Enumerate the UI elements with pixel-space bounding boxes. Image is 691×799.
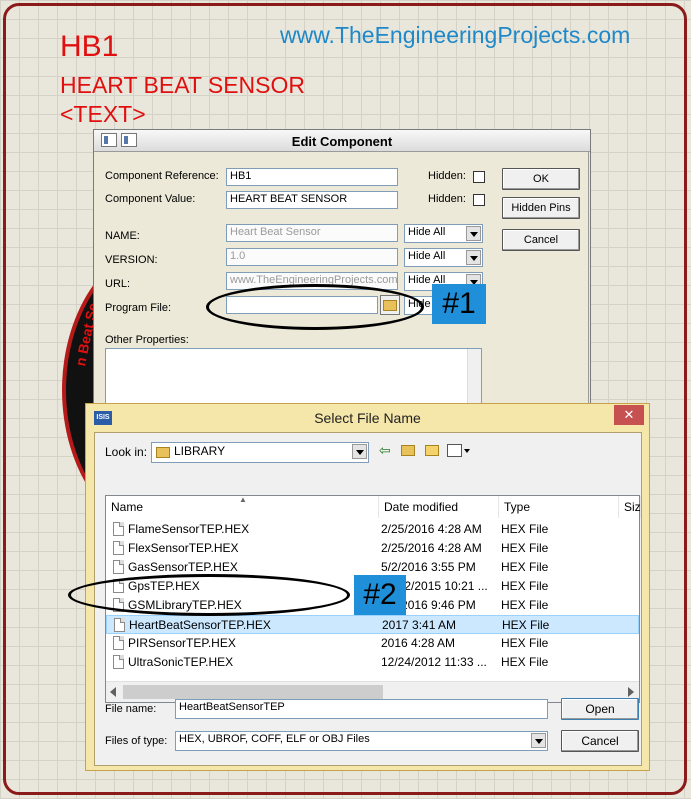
reference-hidden-checkbox[interactable] (473, 171, 485, 183)
annotation-tag-2: #2 (354, 575, 406, 615)
value-hidden-checkbox[interactable] (473, 194, 485, 206)
ref-label: HB1 (60, 30, 119, 63)
file-date-cell: 2/25/2016 4:28 AM (381, 541, 482, 555)
view-menu-icon[interactable] (447, 444, 462, 457)
file-row[interactable]: PIRSensorTEP.HEX 2016 4:28 AM HEX File (106, 634, 639, 653)
name-label: NAME: (105, 230, 140, 242)
url-label: URL: (105, 278, 131, 290)
chevron-down-icon[interactable] (466, 250, 481, 265)
name-input[interactable]: Heart Beat Sensor (226, 224, 398, 242)
file-date-cell: 5/2/2016 3:55 PM (381, 560, 476, 574)
hidden-pins-button[interactable]: Hidden Pins (502, 197, 580, 219)
version-input[interactable]: 1.0 (226, 248, 398, 266)
file-type-cell: HEX File (502, 618, 550, 632)
up-folder-icon[interactable] (401, 445, 415, 456)
button-divider (588, 152, 589, 418)
file-name-label: File name: (105, 703, 157, 715)
file-type-cell: HEX File (501, 560, 549, 574)
column-type[interactable]: Type (499, 496, 619, 518)
file-name-cell: PIRSensorTEP.HEX (128, 636, 236, 650)
component-value-input[interactable]: HEART BEAT SENSOR (226, 191, 398, 209)
file-icon (114, 618, 125, 632)
chevron-down-icon[interactable] (466, 226, 481, 241)
hidden-label: Hidden: (428, 193, 466, 205)
component-reference-label: Component Reference: (105, 170, 219, 182)
files-of-type-value: HEX, UBROF, COFF, ELF or OBJ Files (179, 733, 370, 745)
file-row[interactable]: FlexSensorTEP.HEX 2/25/2016 4:28 AM HEX Fi… (106, 539, 639, 558)
component-reference-input[interactable]: HB1 (226, 168, 398, 186)
files-of-type-select[interactable]: HEX, UBROF, COFF, ELF or OBJ Files (175, 731, 548, 751)
file-type-cell: HEX File (501, 655, 549, 669)
file-type-cell: HEX File (501, 598, 549, 612)
view-chevron-down-icon[interactable] (464, 449, 470, 453)
edit-component-dialog: Edit Component Component Reference: HB1 … (93, 129, 591, 420)
hidden-label: Hidden: (428, 170, 466, 182)
chevron-down-icon[interactable] (352, 444, 367, 459)
version-hide-value: Hide All (408, 250, 446, 262)
file-date-cell: 12/24/2012 11:33 ... (381, 655, 487, 669)
other-properties-label: Other Properties: (105, 334, 189, 346)
scroll-left-icon[interactable] (110, 687, 116, 697)
look-in-select[interactable]: LIBRARY (151, 442, 369, 463)
look-in-value: LIBRARY (174, 444, 226, 458)
name-hide-select[interactable]: Hide All (404, 224, 483, 243)
files-of-type-label: Files of type: (105, 735, 168, 747)
column-date[interactable]: Date modified (379, 496, 499, 518)
text-tag-label: <TEXT> (60, 101, 146, 127)
file-dialog-titlebar: ISIS Select File Name ✕ (86, 404, 649, 432)
ok-button[interactable]: OK (502, 168, 580, 190)
open-button[interactable]: Open (561, 698, 639, 720)
file-name-cell: HeartBeatSensorTEP.HEX (129, 618, 271, 632)
file-name-cell: UltraSonicTEP.HEX (128, 655, 234, 669)
file-name-cell: GasSensorTEP.HEX (128, 560, 238, 574)
website-watermark: www.TheEngineeringProjects.com (280, 22, 631, 48)
folder-icon (156, 447, 170, 458)
file-name-input[interactable]: HeartBeatSensorTEP (175, 699, 548, 719)
close-button[interactable]: ✕ (614, 405, 644, 425)
column-size[interactable]: Size (619, 496, 641, 518)
component-value-label: Component Value: (105, 193, 196, 205)
cancel-button[interactable]: Cancel (502, 229, 580, 251)
value-label: HEART BEAT SENSOR (60, 72, 305, 98)
version-hide-select[interactable]: Hide All (404, 248, 483, 267)
callout-ellipse-2 (68, 574, 350, 616)
new-folder-icon[interactable] (425, 445, 439, 456)
edit-dialog-titlebar: Edit Component (94, 130, 590, 152)
chevron-down-icon[interactable] (531, 733, 546, 748)
file-row[interactable]: HeartBeatSensorTEP.HEX 2017 3:41 AM HEX Fi… (106, 615, 639, 634)
file-row[interactable]: FlameSensorTEP.HEX 2/25/2016 4:28 AM HEX F… (106, 520, 639, 539)
program-file-label: Program File: (105, 302, 172, 314)
file-dialog-title: Select File Name (314, 410, 421, 426)
version-label: VERSION: (105, 254, 158, 266)
file-type-cell: HEX File (501, 541, 549, 555)
scroll-right-icon[interactable] (628, 687, 634, 697)
file-icon (113, 636, 124, 650)
file-icon (113, 522, 124, 536)
file-date-cell: 2017 3:41 AM (382, 618, 457, 632)
file-date-cell: 2016 4:28 AM (381, 636, 456, 650)
sort-up-icon: ▲ (239, 495, 247, 504)
back-arrow-icon[interactable]: ⇦ (379, 443, 393, 457)
file-icon (113, 560, 124, 574)
file-name-cell: FlameSensorTEP.HEX (128, 522, 250, 536)
file-type-cell: HEX File (501, 636, 549, 650)
file-type-cell: HEX File (501, 522, 549, 536)
file-icon (113, 541, 124, 555)
look-in-label: Look in: (105, 445, 148, 459)
edit-dialog-title: Edit Component (291, 134, 393, 149)
file-type-cell: HEX File (501, 579, 549, 593)
file-row[interactable]: UltraSonicTEP.HEX 12/24/2012 11:33 ... HEX… (106, 653, 639, 672)
name-hide-value: Hide All (408, 226, 446, 238)
scroll-thumb[interactable] (123, 685, 383, 699)
callout-ellipse-1 (206, 284, 424, 330)
file-cancel-button[interactable]: Cancel (561, 730, 639, 752)
file-icon (113, 655, 124, 669)
annotation-tag-1: #1 (432, 284, 486, 324)
file-date-cell: 2/25/2016 4:28 AM (381, 522, 482, 536)
file-name-cell: FlexSensorTEP.HEX (128, 541, 239, 555)
